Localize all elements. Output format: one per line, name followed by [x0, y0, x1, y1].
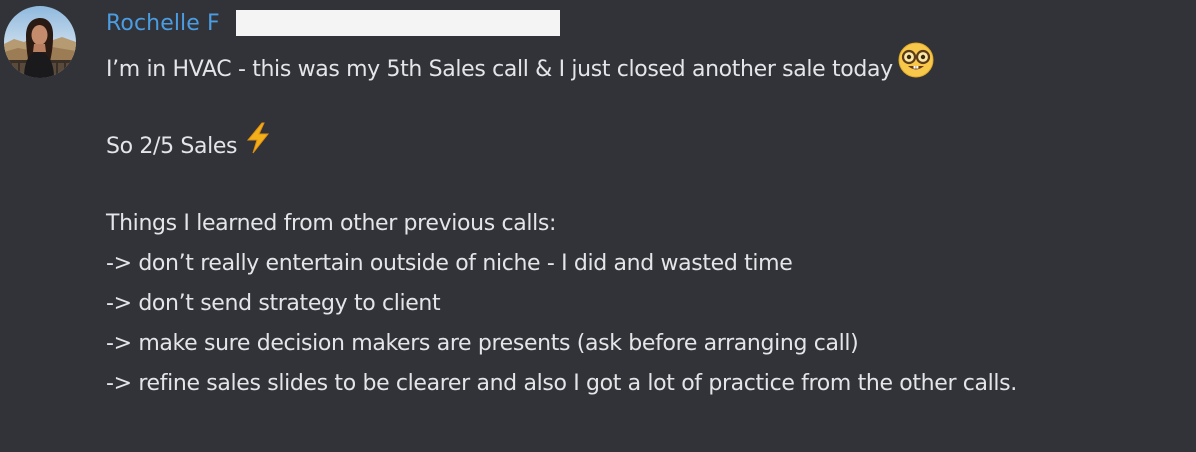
- chat-message: Rochelle F I’m in HVAC - this was my 5th…: [0, 0, 1196, 452]
- avatar-photo: [4, 6, 76, 78]
- author-name[interactable]: Rochelle F: [106, 11, 220, 36]
- message-line: I’m in HVAC - this was my 5th Sales call…: [106, 42, 1186, 84]
- message-line: -> make sure decision makers are present…: [106, 324, 1186, 364]
- message-line: -> don’t really entertain outside of nic…: [106, 244, 1186, 284]
- message-content: I’m in HVAC - this was my 5th Sales call…: [106, 42, 1186, 404]
- message-text: -> make sure decision makers are present…: [106, 331, 859, 356]
- redaction-box: [236, 10, 560, 36]
- message-text: I’m in HVAC - this was my 5th Sales call…: [106, 57, 893, 82]
- lightning-bolt-emoji-icon: [245, 122, 271, 168]
- message-text: Things I learned from other previous cal…: [106, 211, 557, 236]
- message-header: Rochelle F: [106, 8, 220, 38]
- message-line: So 2/5 Sales: [106, 122, 1186, 164]
- message-line: -> don’t send strategy to client: [106, 284, 1186, 324]
- message-line: -> refine sales slides to be clearer and…: [106, 364, 1186, 404]
- message-text: -> don’t really entertain outside of nic…: [106, 251, 793, 276]
- message-text: So 2/5 Sales: [106, 134, 238, 159]
- message-text: -> refine sales slides to be clearer and…: [106, 371, 1017, 396]
- message-line: Things I learned from other previous cal…: [106, 204, 1186, 244]
- nerd-face-emoji-icon: [897, 41, 935, 93]
- user-avatar[interactable]: [4, 6, 76, 78]
- message-text: -> don’t send strategy to client: [106, 291, 441, 316]
